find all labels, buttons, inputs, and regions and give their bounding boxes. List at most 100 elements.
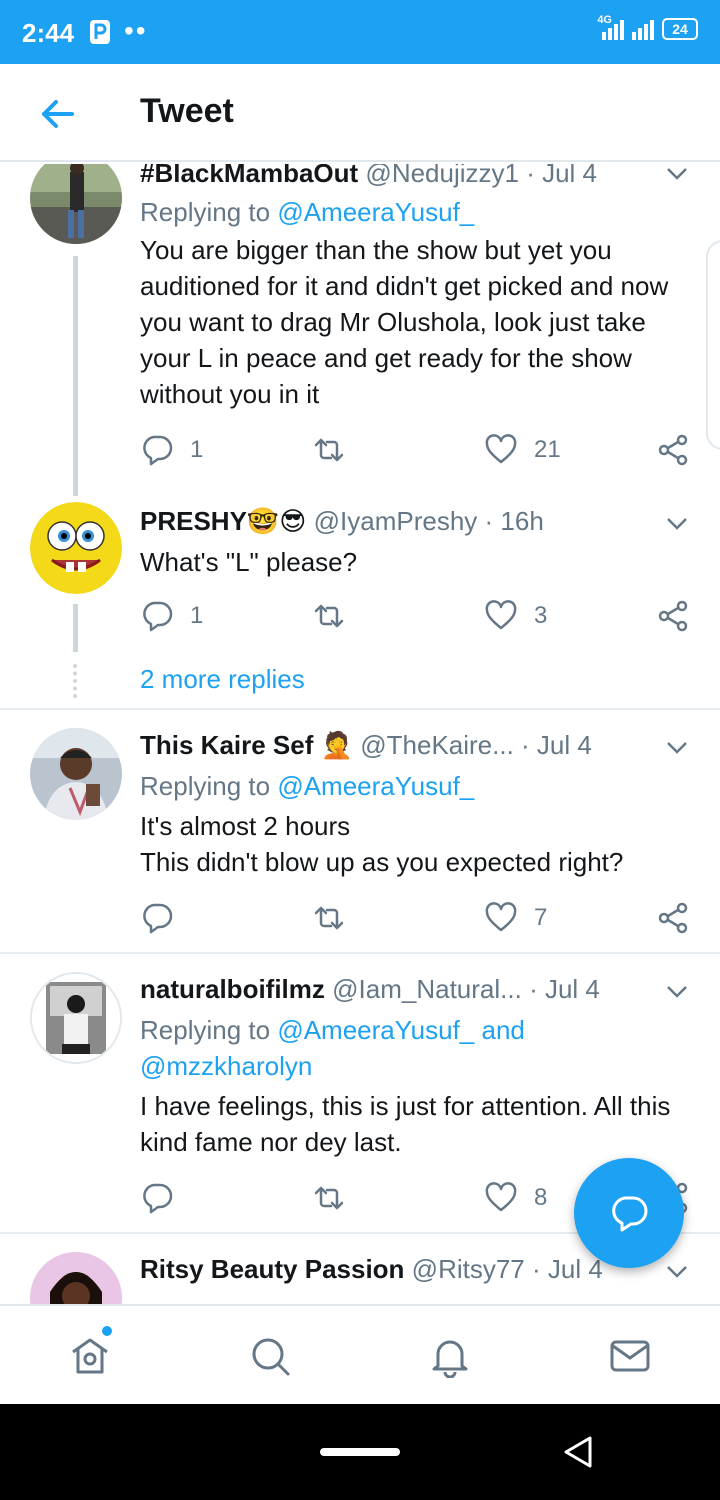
avatar[interactable]: [30, 728, 122, 820]
reply-count: 1: [190, 436, 204, 463]
display-name[interactable]: naturalboifilmz: [140, 974, 325, 1004]
thread-line: [73, 256, 78, 496]
signal-2-icon: [632, 18, 654, 40]
back-arrow-icon[interactable]: [36, 92, 80, 136]
user-handle[interactable]: @IyamPreshy: [314, 506, 478, 536]
name-emoji: 🤓😎: [246, 506, 307, 536]
reply-button[interactable]: 1: [140, 596, 203, 636]
tweet-nedujizzy[interactable]: #BlackMambaOut @Nedujizzy1 · Jul 4 Reply…: [0, 164, 720, 496]
search-icon[interactable]: [248, 1334, 292, 1378]
mention-link[interactable]: @AmeeraYusuf_: [277, 197, 474, 227]
system-back-icon[interactable]: [560, 1434, 596, 1470]
user-handle[interactable]: @TheKaire...: [360, 730, 514, 760]
like-count: 8: [534, 1184, 548, 1211]
status-bar: 2:44 •• 4G 24: [0, 0, 720, 64]
tweet-text: It's almost 2 hours This didn't blow up …: [140, 808, 700, 880]
mail-icon[interactable]: [608, 1334, 652, 1378]
retweet-button[interactable]: [312, 1178, 362, 1218]
like-count: 7: [534, 904, 548, 931]
like-button[interactable]: 3: [484, 596, 547, 636]
status-time: 2:44: [22, 18, 75, 48]
like-button[interactable]: 8: [484, 1178, 547, 1218]
tweet-text-line: It's almost 2 hours: [140, 811, 351, 841]
user-handle[interactable]: @Iam_Natural...: [332, 974, 522, 1004]
tweet-header: #BlackMambaOut @Nedujizzy1 · Jul 4: [140, 164, 650, 189]
bell-icon[interactable]: [428, 1334, 472, 1378]
display-name[interactable]: PRESHY: [140, 506, 247, 536]
home-gesture-bar[interactable]: [320, 1448, 400, 1456]
chevron-down-icon[interactable]: [664, 734, 690, 760]
reply-icon: [143, 1183, 173, 1214]
replying-to: Replying to @AmeeraYusuf_: [140, 194, 474, 230]
share-icon: [658, 600, 688, 632]
retweet-button[interactable]: [312, 430, 362, 470]
replying-label: Replying to: [140, 771, 278, 801]
tweet-header-kaire: This Kaire Sef 🤦 @TheKaire... · Jul 4: [140, 730, 650, 761]
display-name[interactable]: This Kaire Sef: [140, 730, 313, 760]
chevron-down-icon[interactable]: [664, 510, 690, 536]
user-handle[interactable]: @Ritsy77: [412, 1254, 525, 1284]
replying-to: Replying to @AmeeraYusuf_: [140, 768, 474, 804]
thread-dotted-line: [73, 664, 78, 698]
like-button[interactable]: 7: [484, 898, 547, 938]
compose-reply-button[interactable]: [574, 1158, 684, 1268]
chevron-down-icon[interactable]: [664, 978, 690, 1004]
tweet-text: I have feelings, this is just for attent…: [140, 1091, 671, 1157]
reply-icon: [143, 435, 173, 466]
like-count: 21: [534, 436, 561, 463]
display-name[interactable]: Ritsy Beauty Passion: [140, 1254, 404, 1284]
retweet-button[interactable]: [312, 898, 362, 938]
retweet-icon: [314, 438, 344, 462]
tweet-text: What's "L" please?: [140, 547, 358, 577]
avatar[interactable]: [30, 972, 122, 1064]
like-count: 3: [534, 602, 548, 629]
notification-dots-icon: ••: [124, 15, 148, 46]
tweet-actions: 7: [140, 898, 700, 938]
share-icon: [658, 434, 688, 466]
avatar[interactable]: [30, 1252, 122, 1304]
reply-button[interactable]: [140, 1178, 190, 1218]
reply-button[interactable]: [140, 898, 190, 938]
share-button[interactable]: [656, 898, 690, 938]
name-emoji: 🤦: [320, 730, 354, 760]
compose-reply-icon: [612, 1196, 648, 1232]
tweet-actions: 1 21: [140, 430, 700, 470]
tweet-text-line: This didn't blow up as you expected righ…: [140, 847, 624, 877]
avatar[interactable]: [30, 164, 122, 244]
replying-label: Replying to: [140, 1015, 278, 1045]
display-name[interactable]: #BlackMambaOut: [140, 164, 358, 188]
mention-link[interactable]: @AmeeraYusuf_: [277, 1015, 474, 1045]
tweet-feed[interactable]: #BlackMambaOut @Nedujizzy1 · Jul 4 Reply…: [0, 164, 720, 1304]
tweet-header-ritsy: Ritsy Beauty Passion @Ritsy77 · Jul 4: [140, 1254, 650, 1285]
replying-label: Replying to: [140, 197, 278, 227]
chevron-down-icon[interactable]: [664, 1258, 690, 1284]
tweet-header-preshy: PRESHY🤓😎 @IyamPreshy · 16h: [140, 506, 650, 537]
side-panel-handle[interactable]: [706, 240, 720, 450]
app-header: Tweet: [0, 64, 720, 162]
share-button[interactable]: [656, 430, 690, 470]
like-button[interactable]: 21: [484, 430, 561, 470]
more-replies-link[interactable]: 2 more replies: [140, 664, 305, 695]
reply-count: 1: [190, 602, 204, 629]
tweet-time: · Jul 4: [521, 730, 592, 760]
retweet-button[interactable]: [312, 596, 362, 636]
reply-button[interactable]: 1: [140, 430, 203, 470]
avatar[interactable]: [30, 502, 122, 594]
mention-link[interactable]: @AmeeraYusuf_: [277, 771, 474, 801]
home-icon[interactable]: [68, 1334, 112, 1378]
tweet-time: · 16h: [484, 506, 544, 536]
share-icon: [658, 902, 688, 934]
share-button[interactable]: [656, 596, 690, 636]
retweet-icon: [314, 906, 344, 930]
tweet-text: You are bigger than the show but yet you…: [140, 235, 669, 409]
tweet-time: · Jul 4: [532, 1254, 603, 1284]
new-content-dot: [102, 1326, 112, 1336]
parking-app-icon: [90, 20, 110, 44]
chevron-down-icon[interactable]: [664, 164, 690, 186]
heart-icon: [485, 434, 517, 464]
user-handle[interactable]: @Nedujizzy1: [365, 164, 519, 188]
network-type: 4G: [597, 14, 612, 26]
page-title: Tweet: [140, 92, 234, 130]
bottom-navigation: [0, 1304, 720, 1404]
mention-link-2[interactable]: @mzzkharolyn: [140, 1051, 312, 1081]
